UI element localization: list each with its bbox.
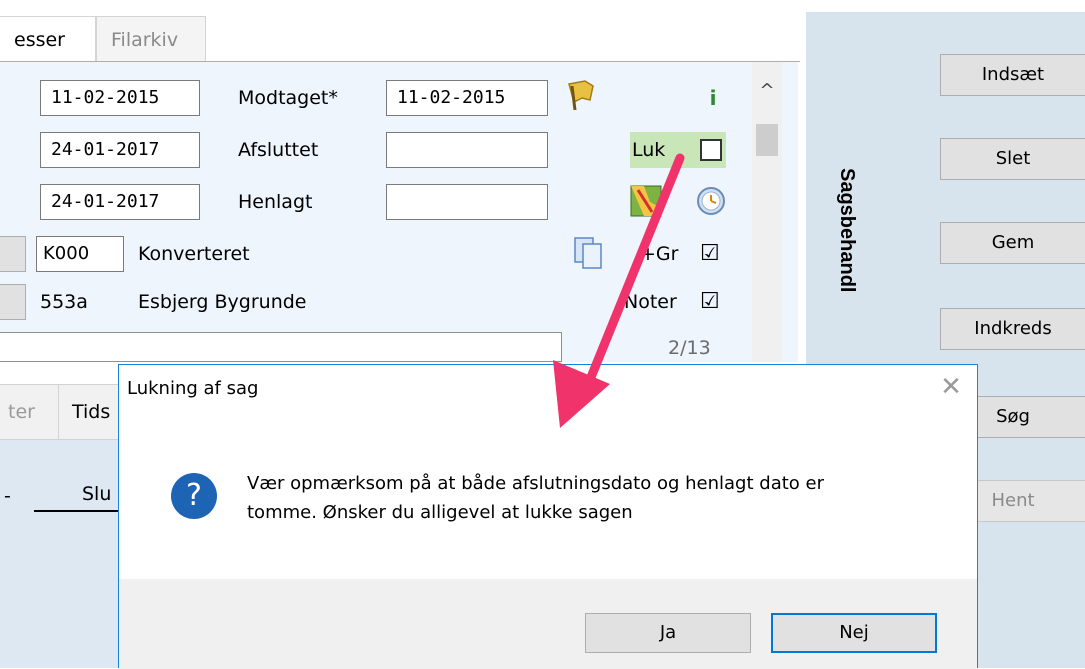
code-2-description: Esbjerg Bygrunde (138, 291, 307, 313)
delete-button[interactable]: Slet (940, 138, 1085, 180)
notes-field[interactable] (0, 332, 562, 362)
close-icon[interactable]: ✕ (931, 369, 971, 405)
gr-label: +Gr (640, 243, 679, 265)
lookup-button-2[interactable] (0, 284, 26, 320)
scroll-thumb[interactable] (756, 124, 778, 156)
tab-label: esser (14, 29, 65, 51)
no-button[interactable]: Nej (771, 613, 937, 653)
column-header-slut[interactable]: Slu (82, 476, 111, 512)
luk-toggle[interactable]: Luk (630, 132, 726, 168)
record-pager: 2/13 (668, 337, 711, 359)
question-icon: ? (171, 473, 217, 519)
lookup-button-1[interactable] (0, 236, 26, 272)
form-scrollbar[interactable] (752, 62, 782, 362)
modtaget-field[interactable]: 11-02-2015 (386, 80, 548, 116)
modtaget-label: Modtaget* (238, 87, 338, 109)
dialog-message-line-1: Vær opmærksom på at både afslutningsdato… (247, 473, 824, 494)
luk-checkbox[interactable] (700, 139, 722, 161)
henlagt-field[interactable] (386, 184, 548, 220)
info-icon[interactable]: i (700, 80, 726, 116)
tab-filarkiv[interactable]: Filarkiv (96, 16, 206, 62)
yes-button[interactable]: Ja (585, 613, 751, 653)
filter-button[interactable]: Indkreds (940, 308, 1085, 350)
date-field-2[interactable]: 24-01-2017 (40, 132, 200, 168)
copy-icon[interactable] (572, 236, 604, 270)
flag-icon[interactable] (566, 78, 596, 112)
code-1-description: Konverteret (138, 243, 250, 265)
clock-icon[interactable] (696, 186, 726, 216)
sidebar-title: Sagsbehandl (836, 168, 858, 293)
dialog-message: Vær opmærksom på at både afslutningsdato… (247, 469, 947, 527)
afsluttet-label: Afsluttet (238, 139, 319, 161)
confirm-dialog: Lukning af sag ✕ ? Vær opmærksom på at b… (118, 364, 978, 669)
noter-label: Noter (624, 291, 677, 313)
lower-tab-2[interactable]: Tids (72, 394, 110, 430)
dialog-title: Lukning af sag (127, 378, 259, 399)
dialog-message-line-2: tomme. Ønsker du alligevel at lukke sage… (247, 502, 633, 523)
noter-checkbox[interactable]: ☑ (700, 284, 720, 320)
lower-tab-1[interactable]: ter (8, 394, 35, 430)
save-button[interactable]: Gem (940, 222, 1085, 264)
henlagt-label: Henlagt (238, 191, 313, 213)
luk-label: Luk (632, 139, 666, 161)
date-field-3[interactable]: 24-01-2017 (40, 184, 200, 220)
insert-button[interactable]: Indsæt (940, 54, 1085, 96)
scroll-up-icon[interactable]: ^ (752, 76, 782, 106)
lower-dash: - (4, 485, 11, 507)
gr-checkbox[interactable]: ☑ (700, 236, 720, 272)
code-2-value: 553a (40, 291, 88, 313)
lower-tab-divider (58, 384, 59, 440)
tab-label: Filarkiv (111, 29, 179, 51)
code-field-1[interactable]: K000 (36, 236, 124, 272)
date-field-1[interactable]: 11-02-2015 (40, 80, 200, 116)
afsluttet-field[interactable] (386, 132, 548, 168)
tab-adresser[interactable]: esser (0, 16, 96, 62)
map-icon[interactable] (630, 184, 662, 218)
